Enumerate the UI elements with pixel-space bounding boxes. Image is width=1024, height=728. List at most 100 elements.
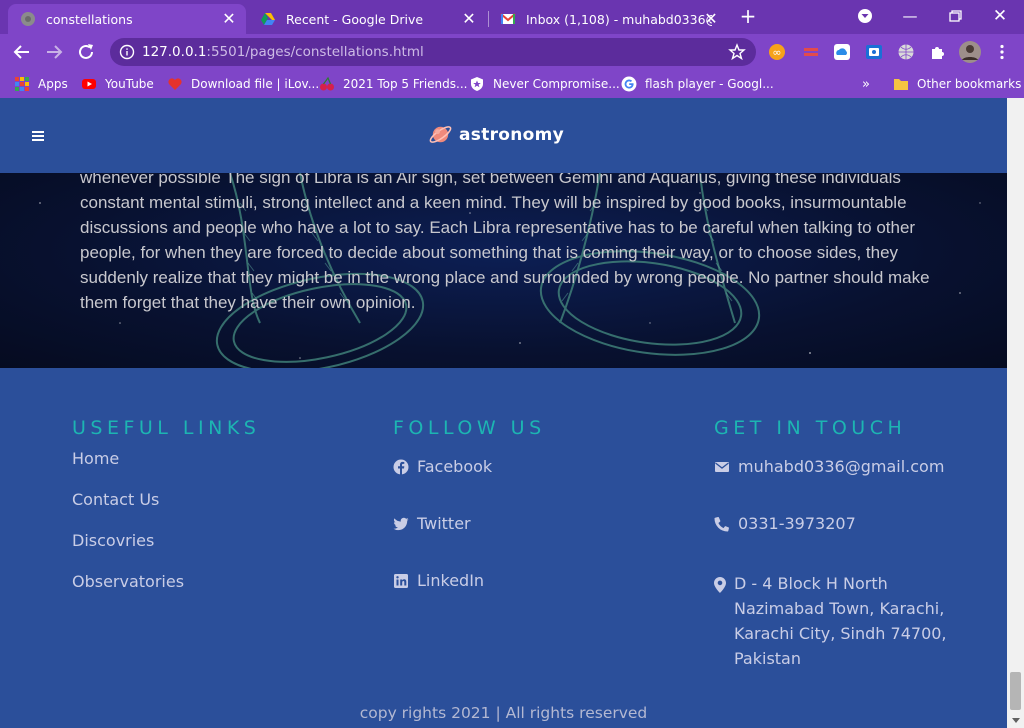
bookmark-label: Other bookmarks [917,77,1022,91]
get-in-touch-heading: GET IN TOUCH [714,417,907,439]
globe-icon [21,12,35,26]
bookmark-star-icon[interactable] [728,43,746,61]
page-viewport: astronomy whenever possible The sign of … [0,98,1007,728]
close-tab-icon[interactable]: ✕ [220,10,238,28]
map-marker-icon [714,577,726,593]
cloud-extension-icon[interactable] [833,43,851,61]
google-icon [621,76,637,92]
close-tab-icon[interactable]: ✕ [460,10,478,28]
site-header: astronomy [0,98,1007,173]
phone-icon [714,516,730,532]
footer-link-discovries[interactable]: Discovries [72,531,154,550]
youtube-icon [82,79,96,89]
bookmarks-overflow-button[interactable]: » [862,75,870,93]
follow-us-column: FOLLOW US Facebook Twitter LinkedIn [393,416,546,590]
vpn-globe-extension-icon[interactable] [897,43,915,61]
planet-icon [429,126,452,143]
link-label: Facebook [417,457,493,476]
google-drive-icon [261,13,275,25]
url-host: 127.0.0.1 [142,44,207,60]
tab-title: Recent - Google Drive [286,11,424,27]
tab-strip: constellations ✕ Recent - Google Drive ✕… [0,0,1024,34]
footer-link-twitter[interactable]: Twitter [393,514,471,533]
site-logo[interactable]: astronomy [428,122,564,147]
useful-links-column: USEFUL LINKS Home Contact Us Discovries … [72,416,261,591]
useful-links-heading: USEFUL LINKS [72,417,261,439]
footer-link-linkedin[interactable]: LinkedIn [393,571,484,590]
infinity-extension-icon[interactable]: ∞ [768,43,786,61]
copyright-text: copy rights 2021 | All rights reserved [359,704,648,722]
hamburger-menu-icon[interactable] [32,131,44,141]
site-footer: USEFUL LINKS Home Contact Us Discovries … [0,368,1007,728]
gmail-icon [500,13,516,24]
bookmark-youtube[interactable]: YouTube [81,75,154,93]
contact-address: D - 4 Block H North Nazimabad Town, Kara… [714,571,949,671]
get-in-touch-column: GET IN TOUCH muhabd0336@gmail.com 0331-3… [714,416,947,668]
tab-title: Inbox (1,108) - muhabd0336@gm [526,11,712,27]
footer-link-observatories[interactable]: Observatories [72,572,184,591]
tab-gmail[interactable]: Inbox (1,108) - muhabd0336@gm ✕ [488,4,728,34]
email-text: muhabd0336@gmail.com [738,457,945,476]
other-bookmarks[interactable]: Other bookmarks [893,75,1021,93]
bookmark-label: YouTube [105,77,154,91]
screen-recorder-extension-icon[interactable] [865,43,883,61]
equals-extension-icon[interactable] [802,43,820,61]
page-scrollbar[interactable] [1007,98,1024,728]
extensions-puzzle-icon[interactable] [929,43,947,61]
contact-phone[interactable]: 0331-3973207 [714,514,856,533]
close-tab-icon[interactable]: ✕ [702,10,720,28]
bookmark-label: Never Compromise... [493,77,620,91]
bookmark-label: Apps [38,77,68,91]
close-window-button[interactable]: ✕ [986,4,1014,28]
new-tab-button[interactable]: + [737,6,759,28]
apps-grid-icon [15,77,29,91]
linkedin-icon [394,574,408,588]
address-text: D - 4 Block H North Nazimabad Town, Kara… [734,574,947,668]
restore-button[interactable] [941,4,969,28]
minimize-button[interactable]: — [896,4,924,28]
libra-description: whenever possible The sign of Libra is a… [80,173,930,312]
phone-text: 0331-3973207 [738,514,856,533]
shield-icon [471,77,483,91]
url-path: :5501/pages/constellations.html [206,44,424,60]
bookmark-top5-friends[interactable]: 2021 Top 5 Friends... [319,75,467,93]
bookmarks-bar: Apps YouTube Download file | iLov... 202… [0,70,1024,98]
bookmark-label: flash player - Googl... [645,77,774,91]
profile-avatar[interactable] [959,41,981,63]
kebab-menu-icon[interactable] [993,43,1011,61]
tab-search-icon[interactable] [851,4,879,28]
footer-link-home[interactable]: Home [72,449,119,468]
url-text: 127.0.0.1:5501/pages/constellations.html [142,44,424,60]
scroll-down-arrow-icon[interactable] [1012,718,1020,723]
link-label: Twitter [417,514,471,533]
bookmark-apps[interactable]: Apps [14,75,68,93]
follow-us-heading: FOLLOW US [393,417,546,439]
reload-icon[interactable] [75,41,97,63]
brand-name: astronomy [459,124,565,145]
tab-constellations[interactable]: constellations ✕ [8,4,246,34]
footer-link-contact-us[interactable]: Contact Us [72,490,159,509]
twitter-icon [393,517,409,531]
address-bar[interactable]: 127.0.0.1:5501/pages/constellations.html [110,38,756,66]
tab-title: constellations [46,11,133,27]
envelope-icon [715,462,729,472]
libra-hero-section: whenever possible The sign of Libra is a… [0,173,1007,368]
bookmark-flash-player[interactable]: flash player - Googl... [621,75,774,93]
contact-email[interactable]: muhabd0336@gmail.com [714,457,944,476]
browser-toolbar: 127.0.0.1:5501/pages/constellations.html… [0,34,1024,70]
bookmark-never-compromise[interactable]: Never Compromise... [469,75,620,93]
back-arrow-icon[interactable] [11,41,33,63]
folder-icon [894,79,908,90]
bookmark-label: 2021 Top 5 Friends... [343,77,468,91]
cherry-icon [320,76,334,91]
footer-link-facebook[interactable]: Facebook [393,457,492,476]
site-info-icon[interactable] [119,44,135,60]
svg-text:∞: ∞ [772,46,781,59]
link-label: LinkedIn [417,571,485,590]
tab-google-drive[interactable]: Recent - Google Drive ✕ [248,4,486,34]
bookmark-ilovepdf[interactable]: Download file | iLov... [167,75,319,93]
bookmark-label: Download file | iLov... [191,77,320,91]
forward-arrow-icon[interactable] [43,41,65,63]
scrollbar-thumb[interactable] [1010,672,1021,710]
heart-icon [168,78,182,90]
